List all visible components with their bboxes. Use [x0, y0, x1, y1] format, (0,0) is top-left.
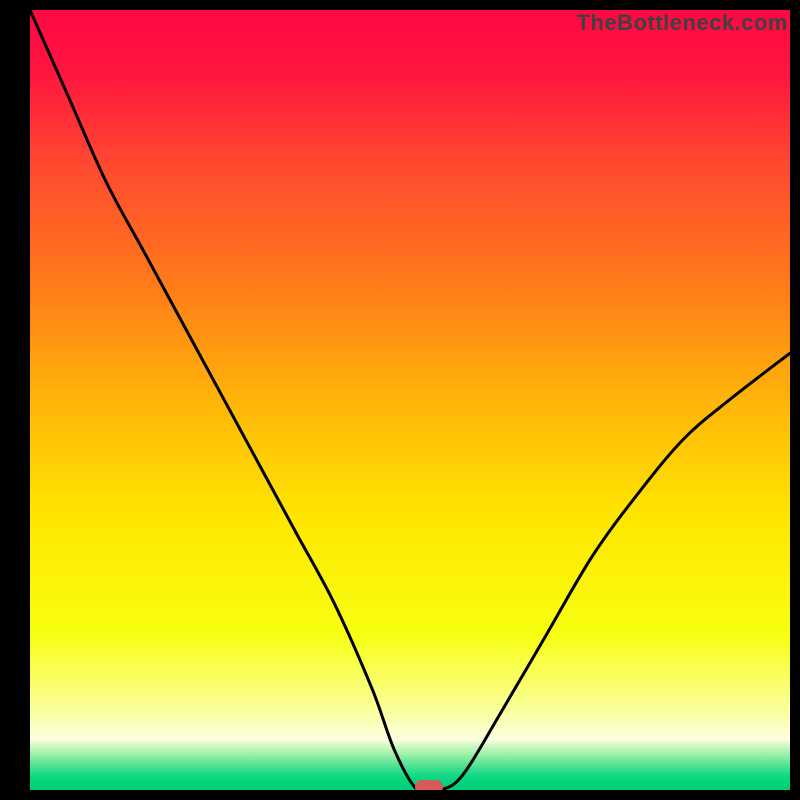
bottleneck-curve: [30, 10, 790, 790]
chart-stage: TheBottleneck.com: [0, 0, 800, 800]
attribution-watermark: TheBottleneck.com: [577, 10, 788, 36]
plot-area: [30, 10, 790, 790]
optimal-marker: [415, 780, 443, 790]
